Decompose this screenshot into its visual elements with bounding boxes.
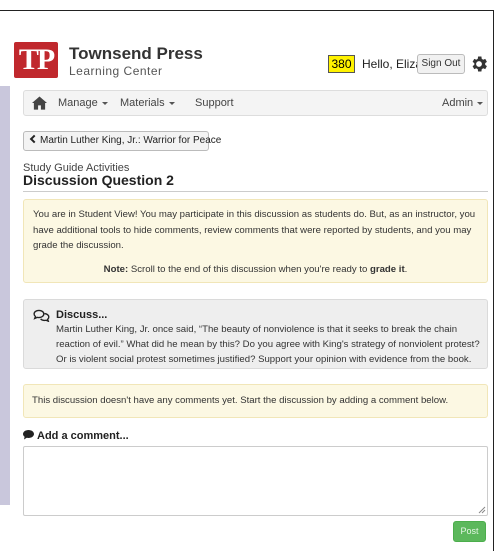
townsend-press-logo[interactable]: TP: [14, 42, 58, 78]
nav-manage-menu[interactable]: Manage: [58, 97, 108, 109]
home-icon[interactable]: [32, 96, 47, 110]
points-badge: 380: [328, 55, 355, 73]
add-comment-label: Add a comment...: [37, 430, 129, 442]
nav-manage-label: Manage: [58, 97, 98, 109]
chevron-down-icon: [168, 101, 175, 105]
page-title: Discussion Question 2: [23, 172, 174, 188]
user-greeting: Hello, Eliza: [362, 57, 423, 71]
title-divider: [23, 191, 488, 192]
gear-icon[interactable]: [469, 54, 489, 74]
nav-materials-menu[interactable]: Materials: [120, 97, 175, 109]
student-view-notice: You are in Student View! You may partici…: [23, 199, 488, 283]
notice-text: You are in Student View! You may partici…: [33, 209, 476, 251]
chevron-down-icon: [101, 101, 108, 105]
brand-subtitle: Learning Center: [69, 64, 163, 78]
chevron-left-icon: [29, 134, 39, 144]
back-to-book-button[interactable]: Martin Luther King, Jr.: Warrior for Pea…: [23, 131, 221, 151]
back-button-label: Martin Luther King, Jr.: Warrior for Pea…: [40, 135, 222, 146]
add-comment-heading: Add a comment...: [23, 430, 129, 442]
note-label: Note:: [103, 264, 129, 275]
discussion-prompt: Discuss... Martin Luther King, Jr. once …: [23, 299, 488, 369]
no-comments-notice: This discussion doesn't have any comment…: [23, 384, 488, 418]
note-end: .: [404, 264, 408, 275]
post-comment-button[interactable]: Post: [453, 521, 486, 542]
resize-handle-icon[interactable]: [478, 506, 486, 514]
nav-admin-menu[interactable]: Admin: [442, 97, 484, 109]
discuss-question: Martin Luther King, Jr. once said, “The …: [56, 324, 480, 366]
comment-icon: [23, 430, 34, 440]
sign-out-button[interactable]: Sign Out: [417, 54, 465, 74]
discuss-title: Discuss...: [56, 309, 108, 321]
nav-support-link[interactable]: Support: [195, 97, 234, 109]
comment-input[interactable]: [23, 446, 488, 516]
nav-admin-label: Admin: [442, 97, 474, 109]
notice-note: Note: Scroll to the end of this discussi…: [24, 262, 487, 278]
grade-it-text: grade it: [370, 264, 405, 275]
main-navbar: Manage Materials Support Admin: [23, 90, 488, 116]
nav-materials-label: Materials: [120, 97, 165, 109]
comments-icon: [33, 309, 50, 322]
side-panel-strip: [0, 86, 10, 505]
brand-name: Townsend Press: [69, 44, 203, 63]
note-text: Scroll to the end of this discussion whe…: [128, 264, 370, 275]
chevron-down-icon: [477, 101, 484, 105]
